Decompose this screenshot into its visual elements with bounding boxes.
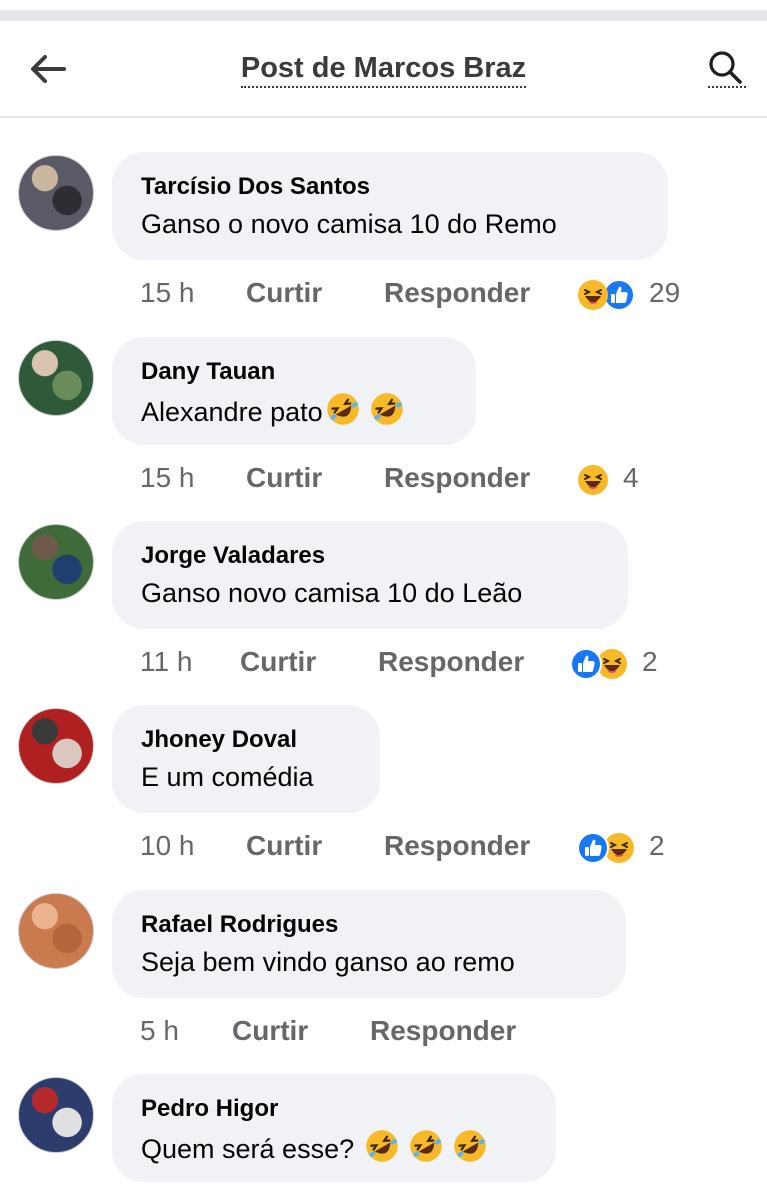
comment-bubble[interactable]: Dany Tauan Alexandre pato [112, 337, 476, 445]
reaction-count: 2 [642, 646, 658, 677]
comment-author[interactable]: Pedro Higor [141, 1094, 528, 1124]
reply-button[interactable]: Responder [384, 277, 530, 309]
comment-text: Alexandre pato [141, 391, 448, 430]
comment-meta: 15 h Curtir Responder 4 [140, 462, 740, 498]
like-button[interactable]: Curtir [232, 1015, 308, 1047]
comment-time: 5 h [140, 1015, 179, 1046]
comment-bubble[interactable]: Pedro Higor Quem será esse? [112, 1074, 556, 1182]
like-button[interactable]: Curtir [246, 277, 322, 309]
reaction-count: 4 [623, 462, 639, 493]
avatar[interactable] [18, 893, 94, 969]
reply-button[interactable]: Responder [370, 1015, 516, 1047]
top-strip [0, 0, 767, 22]
like-button[interactable]: Curtir [246, 462, 322, 494]
search-icon [709, 51, 742, 84]
rofl-emoji-icon [453, 1130, 486, 1162]
comment-author[interactable]: Dany Tauan [141, 357, 448, 387]
comment-time: 10 h [140, 830, 195, 861]
rofl-emoji-icon [409, 1130, 442, 1162]
like-reaction-icon [570, 648, 602, 680]
rofl-emoji-icon [365, 1130, 398, 1162]
avatar[interactable] [18, 1077, 94, 1153]
avatar[interactable] [18, 524, 94, 600]
haha-reaction-icon [578, 465, 608, 495]
comment-author[interactable]: Jorge Valadares [141, 541, 600, 571]
reaction-count: 29 [649, 277, 681, 308]
comment-text: Ganso novo camisa 10 do Leão [141, 578, 523, 608]
comment-meta: 5 h Curtir Responder [140, 1015, 740, 1051]
comment-bubble[interactable]: Tarcísio Dos Santos Ganso o novo camisa 1… [112, 152, 668, 260]
comment-text: Ganso o novo camisa 10 do Remo [141, 209, 557, 239]
reply-button[interactable]: Responder [378, 646, 524, 678]
post-header: Post de Marcos Braz [0, 22, 767, 118]
comment-meta: 15 h Curtir Responder 29 [140, 277, 740, 313]
comment-bubble[interactable]: Rafael Rodrigues Seja bem vindo ganso ao … [112, 890, 626, 998]
comment-bubble[interactable]: Jorge Valadares Ganso novo camisa 10 do L… [112, 521, 628, 629]
comment-time: 15 h [140, 277, 195, 308]
page-title: Post de Marcos Braz [0, 52, 767, 88]
like-button[interactable]: Curtir [240, 646, 316, 678]
reaction-summary[interactable]: 29 [577, 277, 717, 313]
reaction-summary[interactable]: 2 [570, 646, 710, 682]
comment-author[interactable]: Jhoney Doval [141, 725, 352, 755]
avatar[interactable] [18, 340, 94, 416]
reaction-summary[interactable]: 2 [577, 830, 717, 866]
reaction-count: 2 [649, 830, 665, 861]
reaction-summary[interactable]: 4 [577, 462, 717, 498]
comment-text: Seja bem vindo ganso ao remo [141, 947, 515, 977]
like-reaction-icon [577, 832, 609, 864]
comment-meta: 11 h Curtir Responder 2 [140, 646, 740, 682]
comment-meta: 10 h Curtir Responder 2 [140, 830, 740, 866]
reply-button[interactable]: Responder [384, 830, 530, 862]
comment-author[interactable]: Rafael Rodrigues [141, 910, 598, 940]
haha-reaction-icon [578, 280, 608, 310]
rofl-emoji-icon [370, 393, 403, 425]
comment-author[interactable]: Tarcísio Dos Santos [141, 172, 640, 202]
comment-text: E um comédia [141, 762, 314, 792]
like-button[interactable]: Curtir [246, 830, 322, 862]
comment-time: 11 h [140, 646, 193, 677]
comment-bubble[interactable]: Jhoney Doval E um comédia [112, 705, 380, 813]
reply-button[interactable]: Responder [384, 462, 530, 494]
rofl-emoji-icon [326, 393, 359, 425]
search-button[interactable] [704, 50, 748, 90]
avatar[interactable] [18, 708, 94, 784]
comment-text: Quem será esse? [141, 1128, 528, 1167]
avatar[interactable] [18, 155, 94, 231]
comment-time: 15 h [140, 462, 195, 493]
